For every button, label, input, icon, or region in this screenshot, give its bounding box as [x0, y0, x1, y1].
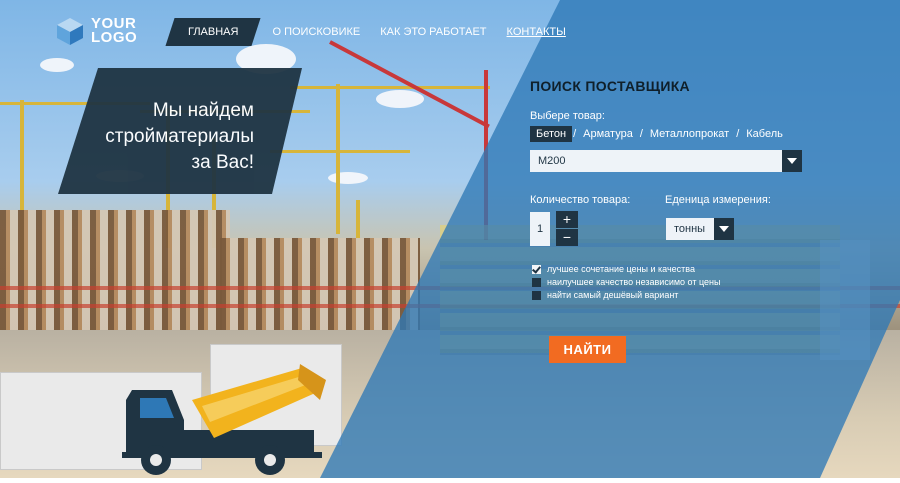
- construction-site: [0, 210, 230, 340]
- cloud: [40, 58, 74, 72]
- option-best-value[interactable]: лучшее сочетание цены и качества: [532, 264, 695, 274]
- crane: [329, 40, 490, 129]
- nav-item-how-it-works[interactable]: КАК ЭТО РАБОТАЕТ: [370, 18, 496, 46]
- supplier-search-form: ПОИСК ПОСТАВЩИКА: [530, 78, 810, 94]
- chevron-down-icon[interactable]: [782, 150, 802, 172]
- nav-item-about[interactable]: О ПОИСКОВИКЕ: [262, 18, 370, 46]
- quantity-minus-button[interactable]: −: [556, 229, 578, 246]
- quantity-input[interactable]: 1: [530, 212, 550, 246]
- main-nav: ГЛАВНАЯ О ПОИСКОВИКЕ КАК ЭТО РАБОТАЕТ КО…: [165, 18, 576, 46]
- logo[interactable]: YOUR LOGO: [55, 16, 137, 46]
- chevron-down-icon[interactable]: [714, 218, 734, 240]
- nav-item-home[interactable]: ГЛАВНАЯ: [165, 18, 262, 46]
- crane: [290, 86, 490, 89]
- concrete-mixer-icon: [122, 360, 332, 483]
- product-tab-metal[interactable]: Металлопрокат: [644, 126, 735, 142]
- form-title: ПОИСК ПОСТАВЩИКА: [530, 78, 690, 94]
- crane: [270, 150, 410, 153]
- grade-select-value: М200: [538, 155, 566, 167]
- unit-label: Еденица измерения:: [665, 194, 771, 206]
- cloud: [376, 90, 424, 108]
- cube-logo-icon: [55, 16, 85, 46]
- quantity-label: Количество товара:: [530, 194, 631, 206]
- logo-text: YOUR LOGO: [91, 15, 138, 46]
- nav-item-contacts[interactable]: КОНТАКТЫ: [497, 18, 576, 46]
- checkbox[interactable]: [532, 277, 541, 287]
- grade-select[interactable]: М200: [530, 150, 802, 172]
- product-tab-concrete[interactable]: Бетон: [530, 126, 573, 142]
- quantity-plus-button[interactable]: +: [556, 211, 578, 228]
- cloud: [328, 172, 368, 184]
- product-tabs: Бетон / Арматура / Металлопрокат / Кабел…: [530, 126, 789, 142]
- unit-select[interactable]: тонны: [666, 218, 734, 240]
- option-best-quality[interactable]: наилучшее качество независимо от цены: [532, 277, 721, 287]
- product-tab-cable[interactable]: Кабель: [740, 126, 789, 142]
- unit-select-value: тонны: [674, 223, 706, 235]
- option-cheapest[interactable]: найти самый дешёвый вариант: [532, 290, 678, 300]
- product-label: Выбере товар:: [530, 110, 605, 122]
- product-tab-rebar[interactable]: Арматура: [577, 126, 639, 142]
- checkbox[interactable]: [532, 290, 541, 300]
- crane: [336, 84, 340, 234]
- hero-banner: Мы найдем стройматериалы за Вас!: [58, 68, 302, 194]
- find-button[interactable]: НАЙТИ: [549, 336, 626, 363]
- checkbox-checked[interactable]: [532, 264, 541, 274]
